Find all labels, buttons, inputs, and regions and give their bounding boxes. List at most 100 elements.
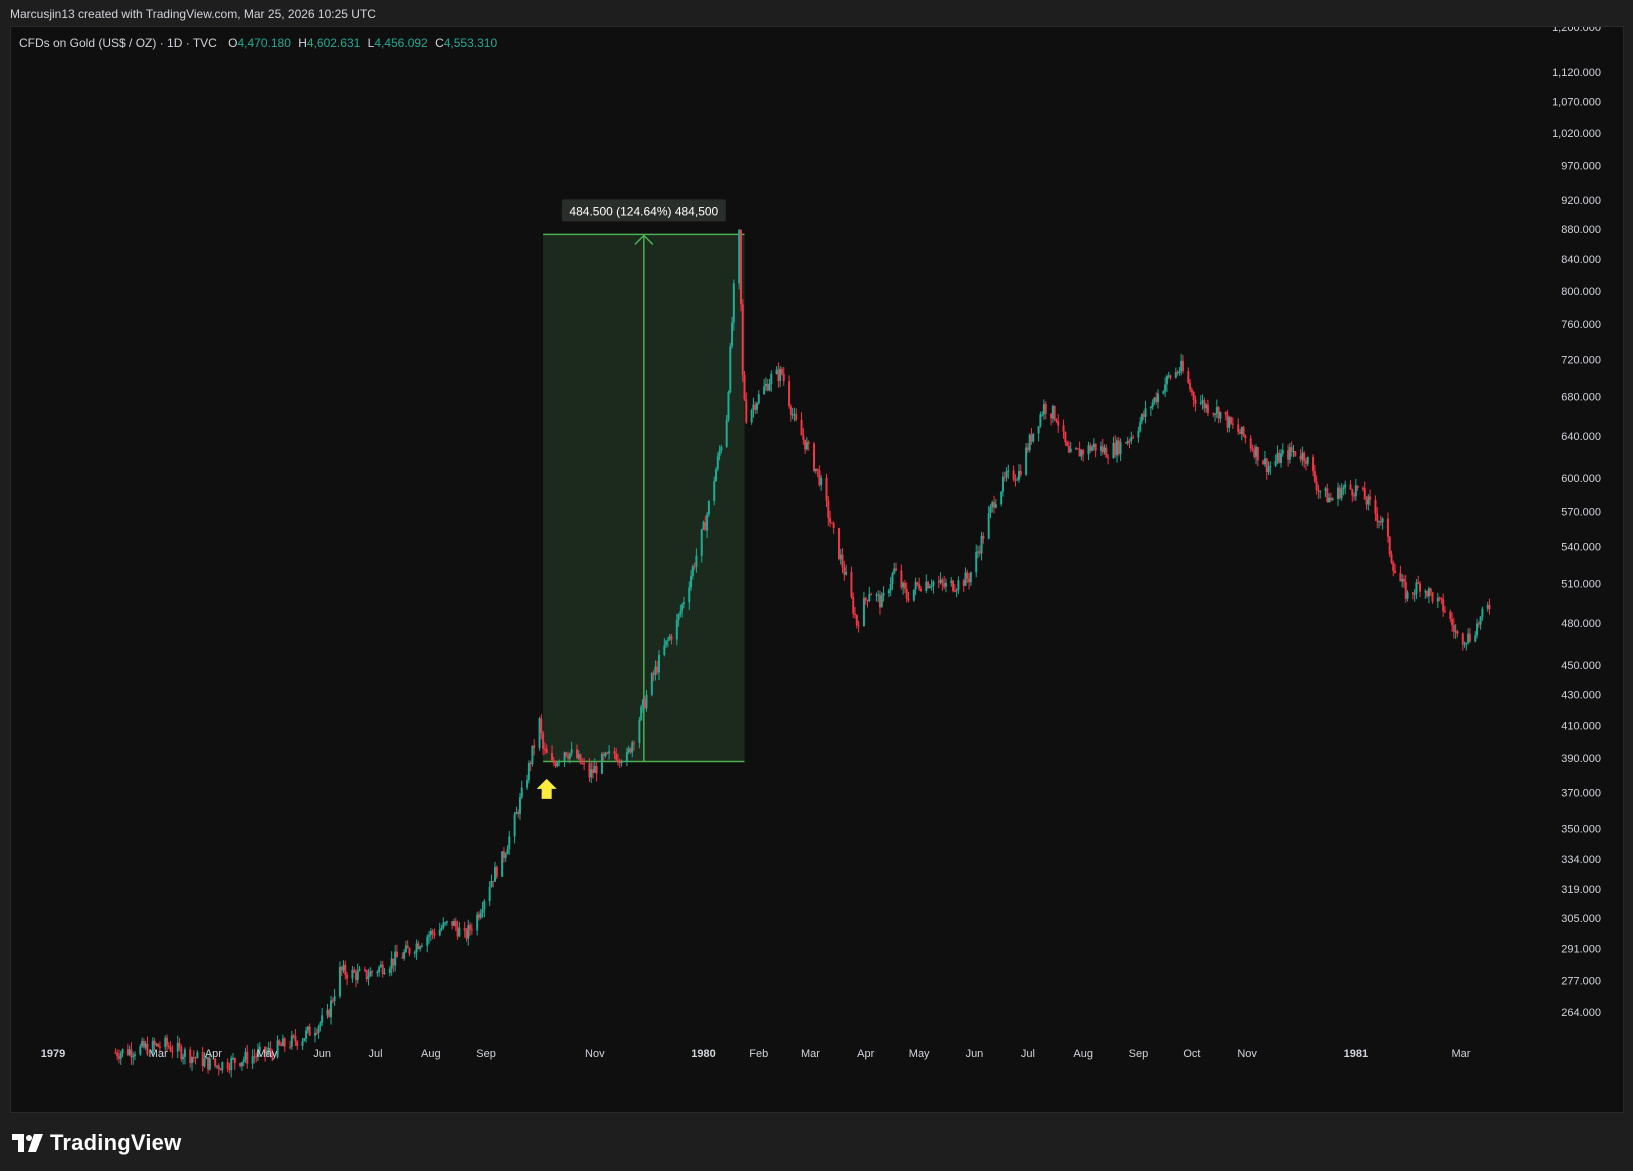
x-tick-label: 1979: [41, 1048, 65, 1060]
candle-body: [1089, 445, 1092, 451]
candle-body: [618, 760, 621, 764]
candle-body: [1114, 442, 1117, 456]
candle-body: [600, 754, 603, 774]
candle-body: [841, 554, 844, 568]
candle-body: [342, 964, 345, 971]
candle-body: [1039, 414, 1042, 427]
candle-body: [189, 1049, 192, 1064]
candle-body: [855, 614, 858, 626]
candle-body: [1140, 414, 1143, 422]
high-value: 4,602.631: [306, 36, 361, 50]
candle-body: [228, 1068, 231, 1070]
candle-body: [620, 762, 623, 764]
candle-body: [1242, 426, 1245, 436]
candle-body: [1003, 476, 1006, 478]
candle-body: [1139, 421, 1142, 431]
candle-body: [1474, 635, 1477, 642]
candle-body: [1486, 604, 1489, 609]
candle-body: [281, 1038, 284, 1047]
candle-body: [905, 588, 908, 599]
candle-body: [839, 554, 842, 560]
candle-body: [1452, 625, 1455, 632]
symbol-legend[interactable]: CFDs on Gold (US$ / OZ) · 1D · TVC O4,47…: [19, 36, 497, 50]
candle-body: [440, 928, 443, 930]
price-axis[interactable]: 1,200.000 1,120.000 1,070.000 1,020.000 970.…: [1552, 27, 1601, 1019]
candle-body: [1299, 455, 1302, 460]
candle-body: [679, 611, 682, 615]
candle-body: [930, 586, 933, 588]
candle-body: [1304, 461, 1307, 464]
candle-body: [1456, 631, 1459, 634]
candle-body: [681, 604, 684, 612]
y-tick-label: 410.000: [1561, 721, 1601, 733]
candle-body: [1190, 389, 1193, 393]
candle-body: [545, 749, 548, 753]
candle-body: [791, 414, 794, 416]
price-chart[interactable]: 484.500 (124.64%) 484,500 1,200.000 1,120…: [11, 27, 1623, 1112]
candle-body: [577, 754, 580, 759]
candle-body: [1205, 404, 1208, 409]
candle-body: [870, 594, 873, 596]
x-tick-label: Sep: [1129, 1048, 1149, 1060]
candle-body: [1426, 591, 1429, 597]
low-value: 4,456.092: [374, 36, 428, 50]
candle-body: [1379, 521, 1382, 523]
candle-body: [144, 1043, 147, 1048]
tradingview-logo[interactable]: TradingView: [12, 1130, 181, 1156]
candle-body: [1076, 448, 1079, 450]
y-tick-label: 600.000: [1561, 473, 1601, 485]
candle-body: [1080, 450, 1083, 457]
candle-body: [1376, 513, 1379, 522]
candle-body: [526, 780, 529, 788]
time-axis[interactable]: 1979 Mar Apr May Jun Jul Aug Sep Nov 1980 Feb Mar Ap…: [41, 1048, 1471, 1060]
candle-body: [494, 866, 497, 882]
candle-body: [993, 502, 996, 508]
candle-body: [1267, 467, 1270, 473]
candle-body: [1026, 447, 1029, 451]
candle-body: [1192, 392, 1195, 400]
candle-body: [1201, 400, 1204, 403]
candle-body: [1007, 470, 1010, 472]
candle-body: [542, 733, 545, 749]
candle-body: [280, 1044, 283, 1047]
symbol-name[interactable]: CFDs on Gold (US$ / OZ) · 1D · TVC: [19, 36, 217, 50]
close-label: C: [435, 36, 444, 50]
candle-body: [1401, 579, 1404, 582]
candle-body: [319, 1022, 322, 1027]
candle-body: [1288, 447, 1291, 460]
candle-body: [506, 849, 509, 855]
candle-body: [453, 921, 456, 926]
candle-body: [1265, 458, 1268, 473]
candle-body: [527, 762, 530, 781]
candle-body: [1091, 447, 1094, 451]
high-label: H: [298, 36, 307, 50]
y-tick-label: 1,070.000: [1552, 97, 1601, 109]
candle-body: [563, 752, 566, 762]
candle-body: [215, 1065, 218, 1067]
candle-body: [912, 589, 915, 601]
candle-body: [1406, 592, 1409, 599]
candle-body: [1449, 611, 1452, 619]
candle-body: [1194, 399, 1197, 404]
candle-body: [171, 1051, 174, 1053]
candle-body: [764, 383, 767, 387]
y-tick-label: 350.000: [1561, 824, 1601, 836]
candle-body: [604, 752, 607, 756]
candle-body: [1313, 471, 1316, 482]
candle-body: [666, 639, 669, 641]
candle-body: [404, 945, 407, 952]
candle-body: [813, 443, 816, 472]
candle-body: [693, 566, 696, 568]
candle-body: [656, 666, 659, 673]
candle-body: [1238, 431, 1241, 434]
candle-body: [857, 625, 860, 627]
candle-body: [1030, 434, 1033, 442]
candle-body: [928, 586, 931, 589]
candle-body: [732, 283, 735, 323]
candle-body: [338, 966, 341, 997]
candle-body: [1037, 426, 1040, 434]
candle-body: [456, 926, 459, 937]
candle-body: [469, 925, 472, 930]
chart-panel[interactable]: 484.500 (124.64%) 484,500 1,200.000 1,120…: [10, 26, 1624, 1113]
candle-body: [775, 369, 778, 375]
